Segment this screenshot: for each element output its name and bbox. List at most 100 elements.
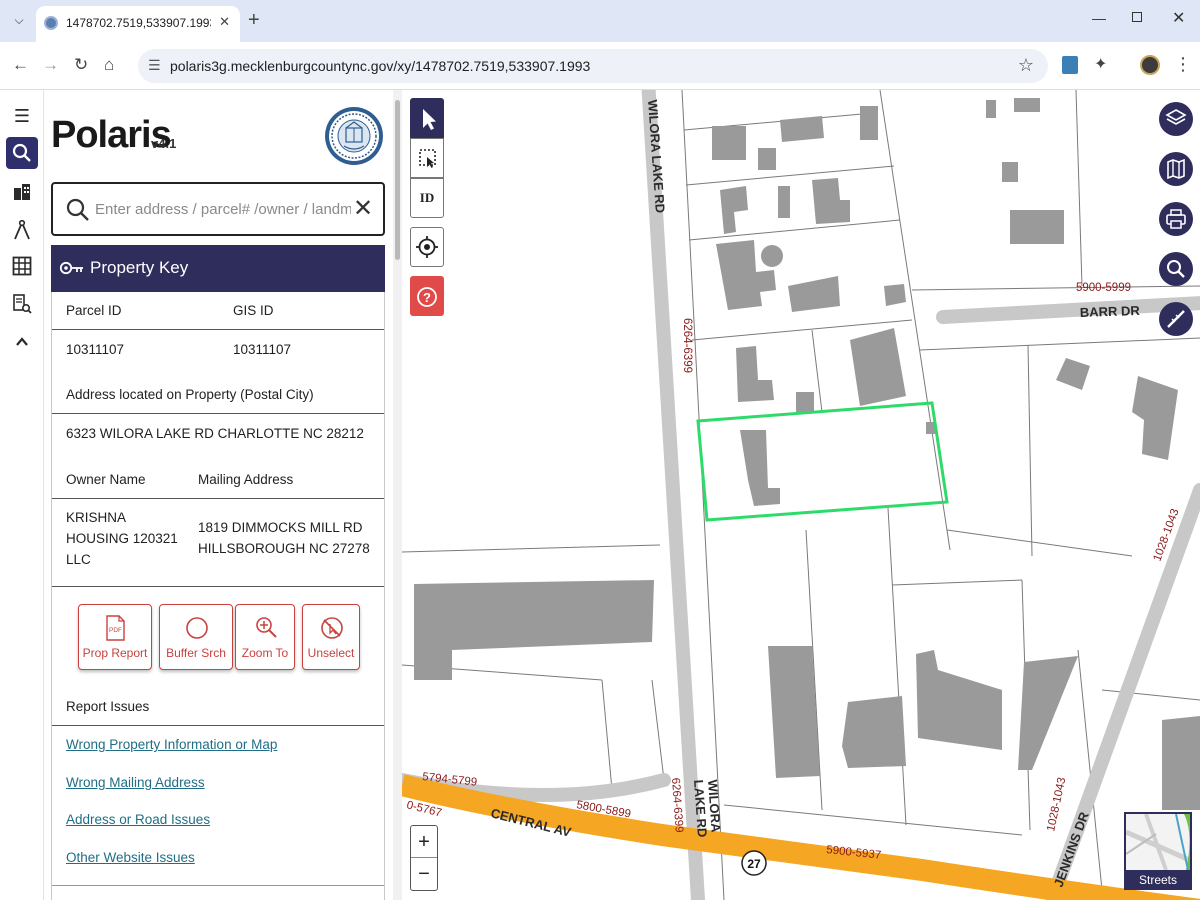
zoom-out-button[interactable]: − [411,859,437,891]
pointer-arrow-icon [423,109,436,130]
select-arrow-tool[interactable] [410,98,444,138]
reload-icon[interactable]: ↻ [74,54,88,76]
svg-text:?: ? [423,290,431,305]
measure-button[interactable] [1159,302,1193,336]
identify-tool-label: ID [419,190,435,205]
zoom-to-label: Zoom To [241,646,289,660]
pdf-badge-text: PDF [109,627,122,634]
zoom-in-button[interactable]: + [411,826,437,858]
browser-tab-active[interactable]: 1478702.7519,533907.1993 - Pol ✕ [36,6,240,42]
mailing-address-label: Mailing Address [198,472,294,487]
profile-avatar[interactable] [1140,55,1160,75]
basemap-label: Streets [1126,870,1190,888]
owner-name-line: KRISHNA [66,510,127,525]
layers-icon [1165,109,1187,125]
map-view[interactable]: WILORA LAKE RD WILORA LAKE RD BARR DR CE… [402,90,1200,900]
printer-icon [1166,209,1186,229]
search-box: ✕ [51,182,385,236]
divider [52,329,384,330]
back-arrow-icon[interactable]: ← [12,54,29,76]
window-close-icon[interactable]: ✕ [1172,8,1185,28]
collapse-chevron-up-icon[interactable] [6,326,38,358]
locate-me-tool[interactable] [410,227,444,267]
bookmark-star-icon[interactable]: ☆ [1018,55,1034,76]
gis-id-value: 10311107 [233,342,292,357]
site-info-icon[interactable]: ☰ [148,57,161,74]
search-input[interactable] [95,195,351,223]
basemap-switcher[interactable]: Streets [1124,812,1192,890]
property-key-table: Parcel ID GIS ID 10311107 10311107 Addre… [51,292,385,900]
map-canvas[interactable]: WILORA LAKE RD WILORA LAKE RD BARR DR CE… [402,90,1200,900]
address-road-issues-link[interactable]: Address or Road Issues [66,812,210,827]
magnifier-icon [1167,260,1185,278]
divider [52,885,384,886]
box-select-tool[interactable] [410,138,444,178]
ruler-icon [1167,310,1185,328]
map-icon [1167,158,1185,180]
app-version: v4.1 [151,136,177,151]
address-bar[interactable]: ☰ polaris3g.mecklenburgcountync.gov/xy/1… [138,49,1048,83]
print-button[interactable] [1159,202,1193,236]
measure-compass-icon[interactable] [6,214,38,246]
prop-report-button[interactable]: PDF Prop Report [78,604,152,670]
new-tab-button[interactable]: + [248,9,260,31]
zoom-search-button[interactable] [1159,252,1193,286]
zoom-control: + − [410,825,438,891]
layers-button[interactable] [1159,102,1193,136]
prop-report-label: Prop Report [82,646,148,660]
grid-table-icon[interactable] [6,250,38,282]
property-key-header: Property Key [51,245,385,292]
parcel-id-value: 10311107 [66,342,125,357]
extensions-puzzle-icon[interactable]: ✦ [1094,54,1107,74]
mailing-address-line: HILLSBOROUGH NC 27278 [198,541,370,556]
forward-arrow-icon[interactable]: → [42,54,59,76]
tab-close-icon[interactable]: ✕ [219,14,230,30]
panel-scrollbar-thumb[interactable] [395,100,400,260]
wrong-property-info-link[interactable]: Wrong Property Information or Map [66,737,277,752]
dashed-select-icon [419,149,436,168]
help-tool[interactable]: ? [410,276,444,316]
search-icon [12,143,31,162]
zoom-to-button[interactable]: Zoom To [235,604,295,670]
county-seal-logo [325,107,383,165]
divider [52,413,384,414]
gis-id-label: GIS ID [233,303,274,318]
street-label-barr-dr: BARR DR [1080,303,1141,320]
buildings [414,98,1200,810]
window-restore-icon[interactable] [1132,12,1142,22]
window-minimize-icon[interactable]: — [1092,10,1106,26]
basemap-button[interactable] [1159,152,1193,186]
basemap-thumbnail [1126,814,1190,871]
wrong-mailing-address-link[interactable]: Wrong Mailing Address [66,775,205,790]
owner-name-line: LLC [66,552,91,567]
search-tool-button[interactable] [6,137,38,169]
divider [52,498,384,499]
roads [402,90,1200,900]
clear-search-icon[interactable]: ✕ [353,196,373,222]
report-issues-title: Report Issues [66,699,150,714]
search-icon [66,198,89,221]
tab-favicon-icon [44,16,58,30]
url-text[interactable]: polaris3g.mecklenburgcountync.gov/xy/147… [170,58,590,74]
report-search-icon[interactable] [6,288,38,320]
unselect-button[interactable]: Unselect [302,604,360,670]
owner-name-line: HOUSING 120321 [66,531,178,546]
property-key-title: Property Key [90,258,189,277]
address-range-label: 6264-6399 [669,777,685,833]
address-range-label: 6264-6399 [681,318,693,373]
help-question-icon: ? [417,287,437,307]
divider [52,725,384,726]
tab-search-chevron-icon[interactable]: ⌵ [8,9,30,31]
unselect-icon [321,617,343,639]
extension-icon[interactable] [1062,56,1078,74]
hamburger-menu-icon[interactable]: ☰ [6,100,38,132]
browser-menu-icon[interactable]: ⋮ [1174,54,1192,75]
buffer-search-button[interactable]: Buffer Srch [159,604,233,670]
panel-scrollbar[interactable] [393,90,402,900]
owner-name-label: Owner Name [66,472,146,487]
buildings-icon[interactable] [6,176,38,208]
other-website-issues-link[interactable]: Other Website Issues [66,850,195,865]
identify-tool[interactable]: ID [410,178,444,218]
home-icon[interactable]: ⌂ [104,54,114,76]
tool-rail: ☰ [0,90,44,900]
